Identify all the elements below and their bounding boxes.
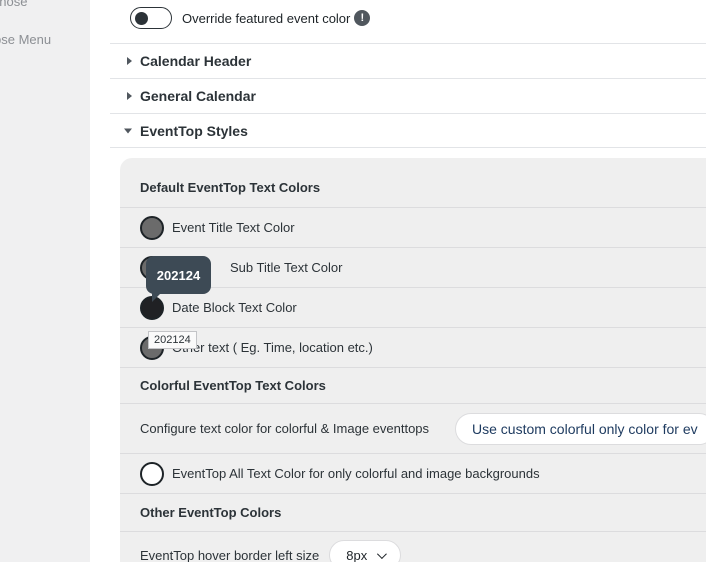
group-default-colors: Default EventTop Text Colors [120, 168, 706, 208]
select-value: 8px [346, 547, 368, 562]
featured-color-toggle-label: Override featured event color [182, 10, 351, 26]
custom-colorful-color-button[interactable]: Use custom colorful only color for ev [455, 413, 706, 445]
sidebar-item-diagnose[interactable]: gnose [0, 0, 27, 9]
sidebar-collapse-menu[interactable]: pse Menu [0, 32, 51, 47]
group-title: Default EventTop Text Colors [140, 180, 321, 195]
caret-right-icon [127, 57, 132, 65]
eventtop-styles-panel: Default EventTop Text Colors Event Title… [120, 158, 706, 562]
group-title: Other EventTop Colors [140, 505, 282, 520]
color-row-date-block: Date Block Text Color [120, 288, 706, 328]
color-row-event-title: Event Title Text Color [120, 208, 706, 248]
section-title: General Calendar [140, 88, 256, 104]
group-title: Colorful EventTop Text Colors [140, 378, 326, 393]
configure-colorful-label: Configure text color for colorful & Imag… [140, 421, 430, 436]
featured-color-toggle-row: Override featured event color ! [130, 6, 371, 30]
section-title: Calendar Header [140, 53, 252, 69]
color-row-label: Other text ( Eg. Time, location etc.) [172, 340, 373, 355]
admin-sidebar: gnose pse Menu [0, 0, 90, 562]
section-general-calendar[interactable]: General Calendar [110, 78, 706, 113]
section-calendar-header[interactable]: Calendar Header [110, 43, 706, 78]
color-swatch[interactable] [140, 461, 164, 486]
color-row-label: Date Block Text Color [172, 300, 297, 315]
hover-border-size-select[interactable]: 8px [329, 540, 402, 562]
color-hex-tooltip: 202124 [146, 256, 211, 302]
color-row-label: Sub Title Text Color [230, 260, 343, 275]
section-title: EventTop Styles [140, 122, 248, 139]
all-text-color-row: EventTop All Text Color for only colorfu… [120, 454, 706, 494]
caret-right-icon [127, 92, 132, 100]
caret-down-icon [124, 128, 132, 133]
info-icon[interactable]: ! [354, 10, 371, 26]
toggle-knob [135, 11, 148, 25]
group-other-colors: Other EventTop Colors [120, 494, 706, 532]
hover-border-row: EventTop hover border left size 8px [120, 532, 706, 562]
section-eventtop-styles[interactable]: EventTop Styles [110, 113, 706, 148]
featured-color-toggle[interactable] [130, 7, 172, 29]
color-row-other-text: Other text ( Eg. Time, location etc.) [120, 328, 706, 368]
chevron-down-icon [377, 548, 388, 559]
hover-border-label: EventTop hover border left size [140, 547, 320, 562]
color-row-label: Event Title Text Color [172, 220, 295, 235]
color-swatch[interactable] [140, 215, 164, 240]
configure-colorful-row: Configure text color for colorful & Imag… [120, 404, 706, 454]
native-title-tooltip: 202124 [148, 331, 197, 349]
all-text-color-label: EventTop All Text Color for only colorfu… [172, 466, 540, 481]
group-colorful-colors: Colorful EventTop Text Colors [120, 368, 706, 404]
